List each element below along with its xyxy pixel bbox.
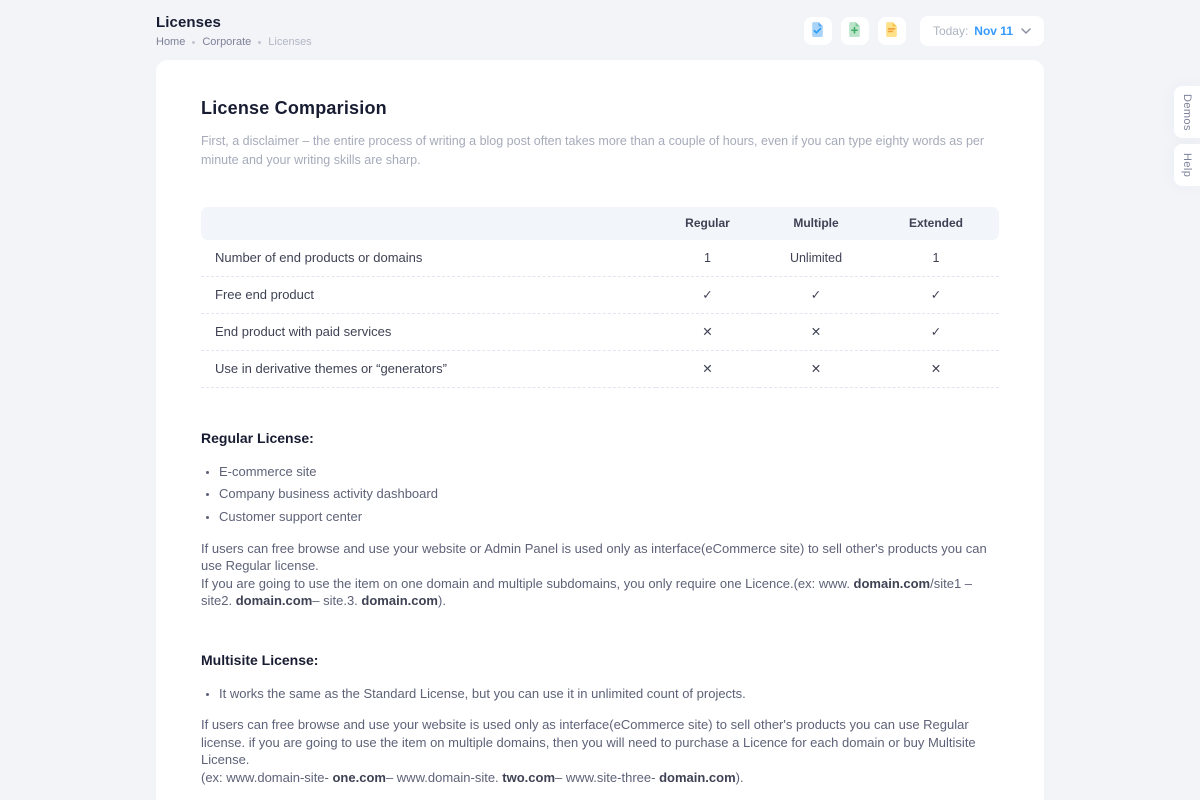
column-header-extended: Extended [873,207,999,240]
content-card: License Comparision First, a disclaimer … [156,60,1044,800]
file-lines-button[interactable] [878,17,906,45]
section-heading: Regular License: [201,430,999,446]
topbar: Licenses Home Corporate Licenses [156,0,1044,60]
row-label: Free end product [201,277,656,314]
license-comparison-table: Regular Multiple Extended Number of end … [201,207,999,388]
bullet-list: E-commerce site Company business activit… [201,464,999,525]
table-cell: ✕ [759,351,873,388]
row-label: End product with paid services [201,314,656,351]
table-cell: ✕ [656,314,759,351]
section-regular-license: Regular License: E-commerce site Company… [201,430,999,610]
list-item: Customer support center [219,509,999,525]
file-plus-button[interactable] [841,17,869,45]
list-item: Company business activity dashboard [219,486,999,502]
bullet-list: It works the same as the Standard Licens… [201,686,999,702]
table-cell: ✕ [873,351,999,388]
disclaimer-text: First, a disclaimer – the entire process… [201,132,999,171]
section-multisite-license: Multisite License: It works the same as … [201,652,999,787]
table-cell: ✕ [656,351,759,388]
table-header-empty [201,207,656,240]
table-row: Use in derivative themes or “generators”… [201,351,999,388]
row-label: Use in derivative themes or “generators” [201,351,656,388]
column-header-multiple: Multiple [759,207,873,240]
column-header-regular: Regular [656,207,759,240]
breadcrumb-corporate[interactable]: Corporate [202,36,251,48]
table-cell: Unlimited [759,240,873,277]
help-tab-label: Help [1181,151,1193,179]
demos-side-tab[interactable]: Demos [1174,86,1200,138]
page-header: Licenses Home Corporate Licenses [156,14,312,48]
section-heading: Multisite License: [201,652,999,668]
row-label: Number of end products or domains [201,240,656,277]
breadcrumb-separator-dot [258,41,261,44]
table-cell: ✓ [873,314,999,351]
page-title: Licenses [156,14,312,31]
file-lines-icon [883,21,900,41]
table-row: Free end product ✓ ✓ ✓ [201,277,999,314]
document-heading: License Comparision [201,98,999,119]
demos-tab-label: Demos [1181,92,1193,133]
date-selector[interactable]: Today: Nov 11 [920,16,1044,46]
file-check-button[interactable] [804,17,832,45]
date-label: Today: [933,24,968,38]
file-plus-icon [846,21,863,41]
table-cell: ✕ [759,314,873,351]
chevron-down-icon [1021,28,1031,34]
table-cell: ✓ [873,277,999,314]
table-row: End product with paid services ✕ ✕ ✓ [201,314,999,351]
table-cell: ✓ [656,277,759,314]
table-row: Number of end products or domains 1 Unli… [201,240,999,277]
section-paragraph: If users can free browse and use your we… [201,540,999,610]
table-header-row: Regular Multiple Extended [201,207,999,240]
breadcrumb-current: Licenses [268,36,311,48]
table-cell: 1 [656,240,759,277]
section-paragraph: If users can free browse and use your we… [201,716,999,786]
breadcrumb-home[interactable]: Home [156,36,185,48]
help-side-tab[interactable]: Help [1174,144,1200,186]
date-value: Nov 11 [974,24,1013,38]
file-check-icon [809,21,826,41]
breadcrumb: Home Corporate Licenses [156,36,312,48]
breadcrumb-separator-dot [192,41,195,44]
table-cell: ✓ [759,277,873,314]
table-cell: 1 [873,240,999,277]
topbar-actions: Today: Nov 11 [804,16,1044,46]
list-item: It works the same as the Standard Licens… [219,686,999,702]
list-item: E-commerce site [219,464,999,480]
